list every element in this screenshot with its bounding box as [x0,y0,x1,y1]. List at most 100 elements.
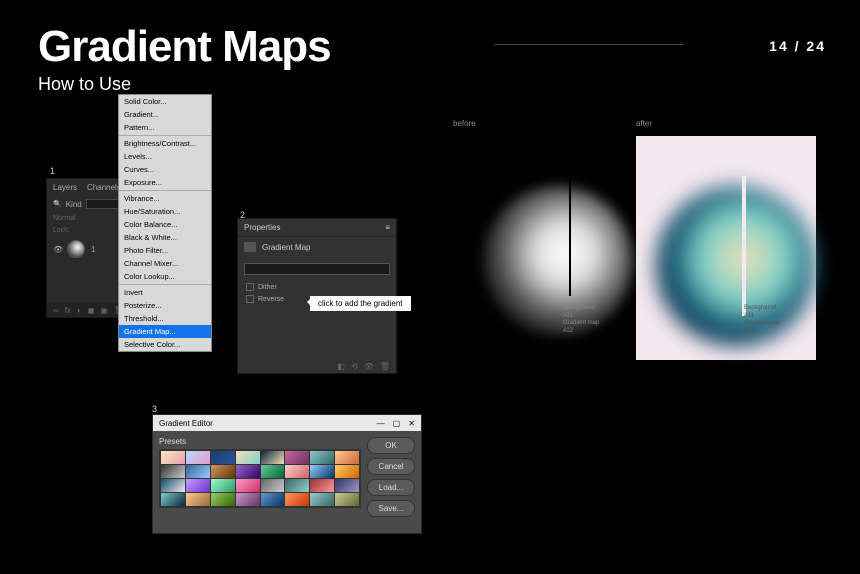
before-label: before [453,119,476,128]
gradient-preset-swatch[interactable] [285,493,309,506]
layer-thumbnail [67,240,85,258]
gradient-preset-swatch[interactable] [310,493,334,506]
gradient-preset-swatch[interactable] [186,479,210,492]
gradient-preset-swatch[interactable] [161,465,185,478]
menu-item[interactable]: Exposure... [119,176,211,189]
reverse-checkbox[interactable] [246,295,254,303]
menu-item[interactable]: Curves... [119,163,211,176]
gradient-preset-swatch[interactable] [186,493,210,506]
gradient-preset-swatch[interactable] [236,493,260,506]
tab-layers[interactable]: Layers [53,183,77,192]
gradient-preset-swatch[interactable] [186,451,210,464]
orb-graphic [483,186,633,336]
menu-item[interactable]: Hue/Saturation... [119,205,211,218]
kind-label: Kind [66,200,82,209]
link-icon[interactable]: ∞ [53,306,59,315]
fx-icon[interactable]: fx [65,306,71,315]
gradient-preset-swatch[interactable] [211,465,235,478]
preset-grid [159,449,361,508]
kind-input[interactable] [86,199,120,209]
menu-item[interactable]: Photo Filter... [119,244,211,257]
menu-item[interactable]: Posterize... [119,299,211,312]
menu-separator [119,284,211,285]
gradient-preset-swatch[interactable] [310,465,334,478]
gradient-preset-swatch[interactable] [335,465,359,478]
window-title: Gradient Editor [159,419,213,428]
gradient-picker[interactable] [244,263,390,275]
maximize-icon[interactable]: ▢ [393,419,401,428]
menu-item[interactable]: Black & White... [119,231,211,244]
page-current: 14 [769,38,789,54]
menu-item[interactable]: Channel Mixer... [119,257,211,270]
gradient-preset-swatch[interactable] [211,451,235,464]
gradient-preset-swatch[interactable] [236,465,260,478]
page-subtitle: How to Use [38,74,331,95]
menu-item[interactable]: Solid Color... [119,95,211,108]
gradient-preset-swatch[interactable] [335,493,359,506]
menu-item[interactable]: Gradient... [119,108,211,121]
ok-button[interactable]: OK [367,437,415,454]
page-title: Gradient Maps [38,22,331,72]
close-icon[interactable]: ✕ [408,419,415,428]
mask-icon[interactable]: ◐ [77,306,82,315]
gradient-preset-swatch[interactable] [285,451,309,464]
gradient-preset-swatch[interactable] [236,479,260,492]
properties-title: Properties [244,223,280,232]
reset-icon[interactable]: ⟲ [351,362,358,371]
preview-caption-before: Background #31 Gradient map #22 [563,305,599,336]
gradient-preset-swatch[interactable] [161,493,185,506]
reverse-label: Reverse [258,296,284,303]
menu-item[interactable]: Selective Color... [119,338,211,351]
gradient-preset-swatch[interactable] [310,451,334,464]
preview-before: Background #31 Gradient map #22 [453,136,633,360]
visibility-icon[interactable]: 👁 [364,362,374,371]
gradient-preset-swatch[interactable] [261,479,285,492]
menu-item[interactable]: Color Balance... [119,218,211,231]
dither-checkbox[interactable] [246,283,254,291]
gradient-preset-swatch[interactable] [186,465,210,478]
presets-label: Presets [159,437,361,446]
menu-item[interactable]: Gradient Map... [119,325,211,338]
orb-graphic [656,186,816,346]
preview-after: Background #31 Gradient map #22 [636,136,816,360]
gradient-preset-swatch[interactable] [236,451,260,464]
gradient-preset-swatch[interactable] [335,479,359,492]
gradient-preset-swatch[interactable] [261,451,285,464]
clip-icon[interactable]: ◧ [337,362,345,371]
gradient-preset-swatch[interactable] [335,451,359,464]
gradient-preset-swatch[interactable] [211,493,235,506]
gradient-preset-swatch[interactable] [161,451,185,464]
panel-menu-icon[interactable]: ≡ [385,223,390,232]
page-header: Gradient Maps How to Use [38,22,331,95]
gradient-editor-titlebar: Gradient Editor — ▢ ✕ [153,415,421,431]
trash-icon[interactable]: 🗑 [380,362,390,371]
menu-item[interactable]: Vibrance... [119,192,211,205]
gradient-preset-swatch[interactable] [310,479,334,492]
save-button[interactable]: Save... [367,500,415,517]
gradient-preset-swatch[interactable] [261,493,285,506]
page-counter: 14 / 24 [769,38,826,54]
minimize-icon[interactable]: — [377,419,385,428]
cancel-button[interactable]: Cancel [367,458,415,475]
tab-channels[interactable]: Channels [87,183,121,192]
gradient-preset-swatch[interactable] [211,479,235,492]
adjustment-layer-menu: Solid Color...Gradient...Pattern... Brigh… [118,94,212,352]
gradient-preset-swatch[interactable] [261,465,285,478]
menu-item[interactable]: Pattern... [119,121,211,134]
menu-item[interactable]: Brightness/Contrast... [119,137,211,150]
gradient-preset-swatch[interactable] [285,479,309,492]
gradient-preset-swatch[interactable] [285,465,309,478]
menu-item[interactable]: Threshold... [119,312,211,325]
menu-separator [119,135,211,136]
step-3-label: 3 [152,404,157,414]
menu-item[interactable]: Color Lookup... [119,270,211,283]
visibility-icon[interactable]: 👁 [53,245,61,253]
load-button[interactable]: Load... [367,479,415,496]
menu-item[interactable]: Levels... [119,150,211,163]
dither-label: Dither [258,284,277,291]
gradient-preset-swatch[interactable] [161,479,185,492]
step-1-label: 1 [50,166,55,176]
adjustment-icon[interactable]: ◼ [88,306,95,315]
menu-item[interactable]: Invert [119,286,211,299]
group-icon[interactable]: ▣ [100,306,108,315]
